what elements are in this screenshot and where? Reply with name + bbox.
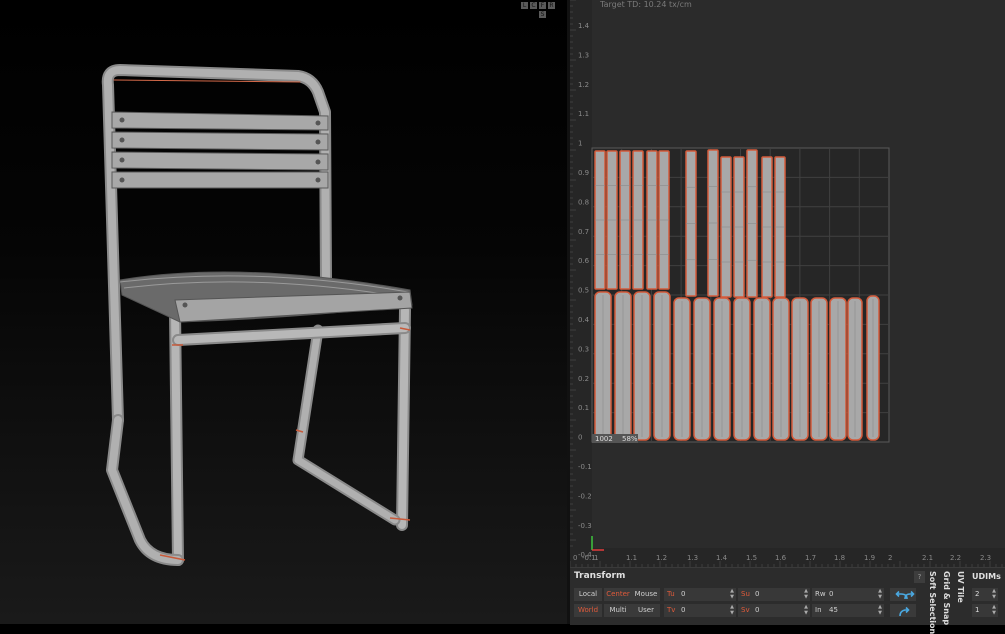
y-tick-label: 0.2 — [578, 375, 589, 383]
spinner-icon[interactable]: ▲ ▼ — [992, 604, 996, 616]
in-field[interactable]: In 45 ▲ ▼ — [812, 604, 884, 617]
target-td-label: Target TD: 10.24 tx/cm — [600, 0, 692, 9]
3d-viewport[interactable]: L C F R S — [0, 0, 567, 624]
x-tick-label: 2.3 — [980, 554, 991, 562]
y-tick-label: 1.3 — [578, 51, 589, 59]
spinner-icon[interactable]: ▲ ▼ — [730, 588, 734, 600]
rw-field[interactable]: Rw 0 ▲ ▼ — [812, 588, 884, 601]
y-tick-label: 0.8 — [578, 198, 589, 206]
tab-soft-selection[interactable]: Soft Selection — [926, 568, 940, 634]
udims-v-field[interactable]: 1 ▲ ▼ — [972, 604, 998, 617]
y-tick-label: 0.5 — [578, 287, 589, 295]
x-tick-label: 1 — [594, 554, 598, 562]
x-tick-label: 2.2 — [950, 554, 961, 562]
x-tick-label: 1.3 — [687, 554, 698, 562]
udims-title: UDIMs — [972, 572, 1001, 581]
su-field[interactable]: Su 0 ▲ ▼ — [738, 588, 810, 601]
y-tick-label: 0.9 — [578, 169, 589, 177]
y-tick-label: 0.6 — [578, 257, 590, 265]
sv-field[interactable]: Sv 0 ▲ ▼ — [738, 604, 810, 617]
x-tick-label: 1.2 — [656, 554, 667, 562]
y-tick-label: 0 — [578, 434, 582, 442]
tv-label: Tv — [667, 606, 676, 614]
tv-value: 0 — [681, 606, 686, 614]
tile-id-label: 1002 — [595, 435, 613, 443]
tab-soft-selection-label: Soft Selection — [928, 571, 937, 634]
multi-button[interactable]: Multi — [604, 604, 632, 617]
in-value: 45 — [829, 606, 838, 614]
spinner-icon[interactable]: ▲ ▼ — [992, 588, 996, 600]
udims-u-value: 2 — [975, 590, 980, 598]
spinner-icon[interactable]: ▲ ▼ — [730, 604, 734, 616]
tab-uv-tile[interactable]: UV Tile — [954, 568, 968, 625]
x-tick-label: 1.1 — [626, 554, 637, 562]
tab-uv-tile-label: UV Tile — [956, 571, 965, 603]
tile-percent-label: 58% — [622, 435, 638, 443]
rw-value: 0 — [829, 590, 834, 598]
center-button[interactable]: Center — [604, 588, 632, 601]
world-button[interactable]: World — [574, 604, 602, 617]
y-tick-label: -0.2 — [578, 492, 592, 500]
rotate-arrow-icon — [899, 606, 910, 617]
transform-title: Transform — [574, 571, 626, 581]
x-tick-label: 2.1 — [922, 554, 933, 562]
x-tick-label: 1.6 — [775, 554, 787, 562]
chair-model — [101, 64, 413, 566]
in-label: In — [815, 606, 822, 614]
user-button[interactable]: User — [632, 604, 660, 617]
x-tick-label: 0 — [573, 554, 577, 562]
y-tick-label: -0.1 — [578, 463, 592, 471]
y-tick-label: 0.1 — [578, 404, 589, 412]
x-tick-label: 1.7 — [805, 554, 816, 562]
y-tick-label: 1.4 — [578, 22, 590, 30]
spinner-icon[interactable]: ▲ ▼ — [878, 604, 882, 616]
rw-label: Rw — [815, 590, 826, 598]
spinner-icon[interactable]: ▲ ▼ — [878, 588, 882, 600]
help-button[interactable]: ? — [914, 571, 925, 583]
tu-value: 0 — [681, 590, 686, 598]
rotate-button[interactable] — [890, 604, 916, 617]
redo-arrow-icon — [904, 590, 915, 600]
spinner-icon[interactable]: ▲ ▼ — [804, 588, 808, 600]
uv-canvas[interactable]: 1.4 1.3 1.2 1.1 1 0.9 0.8 0.7 0.6 0.5 0.4 0.3 0.2 0.1… — [570, 0, 1005, 567]
udims-u-field[interactable]: 2 ▲ ▼ — [972, 588, 998, 601]
mouse-button[interactable]: Mouse — [632, 588, 660, 601]
y-tick-label: 0.7 — [578, 228, 589, 236]
local-button[interactable]: Local — [574, 588, 602, 601]
x-tick-label: 2 — [888, 554, 892, 562]
tu-label: Tu — [667, 590, 675, 598]
tv-field[interactable]: Tv 0 ▲ ▼ — [664, 604, 736, 617]
tu-field[interactable]: Tu 0 ▲ ▼ — [664, 588, 736, 601]
y-tick-label: 1 — [578, 140, 582, 148]
tab-grid-snap[interactable]: Grid & Snap — [940, 568, 954, 625]
y-tick-label: 1.1 — [578, 110, 589, 118]
x-tick-label: 1.9 — [864, 554, 875, 562]
uv-editor-panel[interactable]: 1.4 1.3 1.2 1.1 1 0.9 0.8 0.7 0.6 0.5 0.4 0.3 0.2 0.1… — [570, 0, 1005, 567]
y-tick-label: 1.2 — [578, 81, 589, 89]
udims-v-value: 1 — [975, 606, 980, 614]
redo-button[interactable] — [902, 588, 916, 601]
y-tick-label: 0.3 — [578, 345, 589, 353]
y-tick-label: -0.3 — [578, 522, 592, 530]
spinner-icon[interactable]: ▲ ▼ — [804, 604, 808, 616]
su-label: Su — [741, 590, 750, 598]
sv-value: 0 — [755, 606, 760, 614]
sv-label: Sv — [741, 606, 750, 614]
x-tick-label: 1.8 — [834, 554, 845, 562]
y-tick-label: 0.4 — [578, 316, 590, 324]
transform-panel: Transform ? Local Center Mouse World Mul… — [570, 567, 1005, 634]
su-value: 0 — [755, 590, 760, 598]
x-tick-label: 1.4 — [716, 554, 728, 562]
tab-grid-snap-label: Grid & Snap — [942, 571, 951, 626]
x-tick-label: 1.5 — [746, 554, 757, 562]
